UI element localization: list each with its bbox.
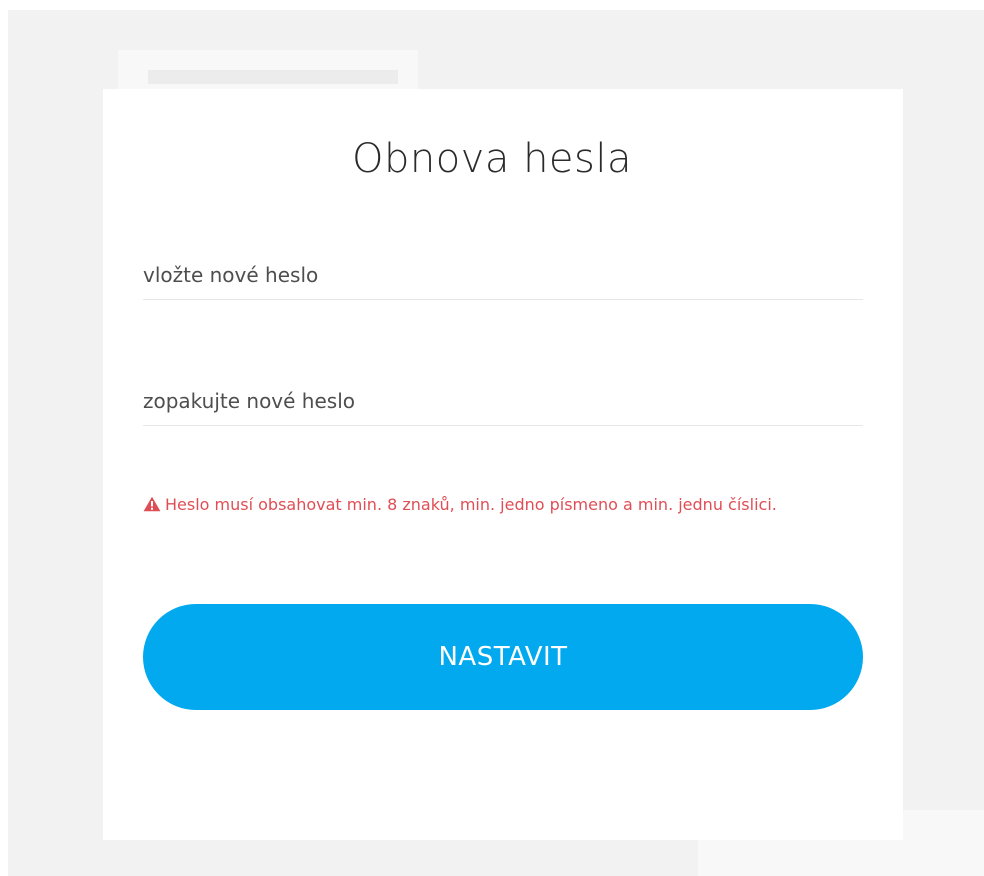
set-password-button[interactable]: NASTAVIT	[143, 604, 863, 710]
background-decoration	[148, 70, 398, 84]
password-error-message: Heslo musí obsahovat min. 8 znaků, min. …	[143, 490, 863, 522]
warning-triangle-icon	[143, 492, 161, 522]
new-password-input[interactable]	[143, 250, 863, 300]
page-title: Obnova hesla	[351, 136, 633, 182]
password-error-text: Heslo musí obsahovat min. 8 znaků, min. …	[165, 495, 777, 514]
password-reset-card	[103, 89, 903, 840]
repeat-password-input[interactable]	[143, 376, 863, 426]
